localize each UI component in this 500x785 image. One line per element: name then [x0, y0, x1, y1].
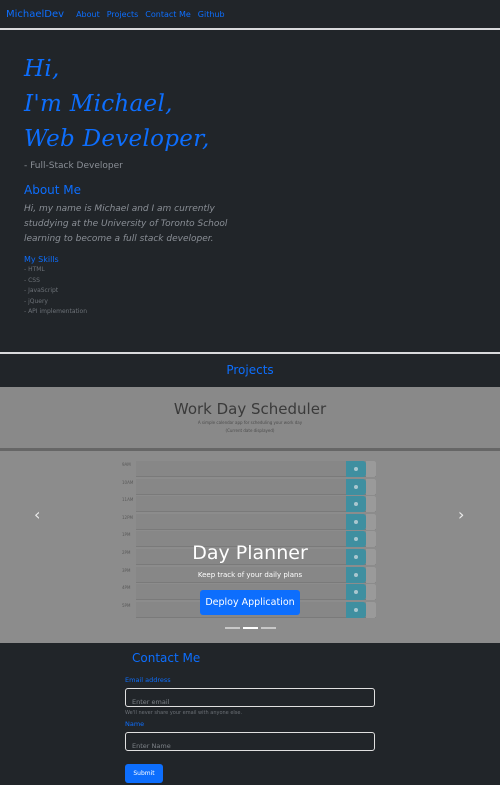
- navbar: MichaelDev About Projects Contact Me Git…: [0, 0, 500, 28]
- carousel-indicator[interactable]: [261, 627, 276, 629]
- hero-greeting: Hi,: [24, 56, 60, 82]
- planner-row-edge: [366, 513, 376, 530]
- section-divider: [0, 352, 500, 354]
- hero-role: Web Developer,: [24, 126, 210, 152]
- planner-save-icon: [346, 478, 366, 495]
- deploy-application-button[interactable]: Deploy Application: [200, 590, 300, 615]
- save-dot-icon: [354, 537, 358, 542]
- save-dot-icon: [354, 484, 358, 489]
- project-screenshot-subtitle: A simple calendar app for scheduling you…: [197, 420, 303, 425]
- planner-row: [136, 478, 376, 495]
- skill-item: - CSS: [24, 276, 40, 284]
- carousel-next-icon[interactable]: ›: [458, 505, 464, 524]
- about-paragraph: Hi, my name is Michael and I am currentl…: [24, 204, 228, 244]
- projects-heading: Projects: [226, 363, 274, 377]
- nav-link-about[interactable]: About: [76, 10, 100, 19]
- email-field[interactable]: [126, 693, 374, 711]
- name-field[interactable]: [126, 737, 374, 755]
- nav-link-projects[interactable]: Projects: [107, 10, 139, 19]
- email-label: Email address: [125, 676, 171, 684]
- save-dot-icon: [354, 502, 358, 507]
- planner-hour-label: 5PM: [122, 602, 131, 608]
- skills-list: - HTML - CSS - JavaScript - jQuery - API…: [24, 265, 324, 318]
- name-field-wrapper: [125, 732, 375, 755]
- nav-link-github[interactable]: Github: [198, 10, 225, 19]
- contact-heading: Contact Me: [132, 651, 201, 665]
- planner-save-icon: [346, 513, 366, 530]
- submit-button[interactable]: Submit: [125, 764, 163, 783]
- planner-hour-label: 1PM: [122, 532, 131, 538]
- save-dot-icon: [354, 519, 358, 524]
- hero-section: Hi, I'm Michael, Web Developer, - Full-S…: [24, 52, 324, 318]
- project-screenshot-title: Work Day Scheduler: [173, 400, 327, 418]
- planner-hour-label: 4PM: [122, 585, 131, 591]
- carousel-indicator[interactable]: [225, 627, 240, 629]
- hero-name: I'm Michael,: [24, 91, 173, 117]
- planner-row: [136, 496, 376, 513]
- planner-hour-label: 9AM: [122, 462, 131, 467]
- planner-row: [136, 461, 376, 477]
- planner-row-edge: [366, 461, 376, 477]
- planner-row-edge: [366, 478, 376, 495]
- skill-item: - jQuery: [24, 297, 48, 305]
- hero-subtitle: - Full-Stack Developer: [24, 161, 123, 171]
- planner-row-edge: [366, 601, 376, 618]
- email-help-text: We'll never share your email with anyone…: [125, 710, 243, 716]
- skill-item: - HTML: [24, 266, 45, 273]
- planner-row-edge: [366, 496, 376, 513]
- save-dot-icon: [354, 467, 358, 471]
- save-dot-icon: [354, 607, 358, 612]
- planner-save-icon: [346, 461, 366, 477]
- slide-caption-text: Keep track of your daily plans: [197, 571, 303, 579]
- projects-carousel: Work Day Scheduler A simple calendar app…: [0, 387, 500, 643]
- name-label: Name: [125, 720, 145, 728]
- skill-item: - API implementation: [24, 308, 88, 315]
- about-heading: About Me: [24, 183, 82, 197]
- planner-save-icon: [346, 584, 366, 601]
- planner-hour-label: 12PM: [122, 514, 133, 520]
- carousel-indicator-active[interactable]: [243, 627, 258, 629]
- planner-row-edge: [366, 584, 376, 601]
- planner-save-icon: [346, 496, 366, 513]
- project-screenshot-date: (Current date displayed): [225, 428, 275, 433]
- carousel-prev-icon[interactable]: ‹: [34, 505, 40, 524]
- skill-item: - JavaScript: [24, 287, 59, 294]
- planner-hour-label: 10AM: [122, 479, 134, 485]
- planner-hour-label: 11AM: [122, 497, 134, 503]
- planner-row: [136, 513, 376, 530]
- save-dot-icon: [354, 590, 358, 595]
- skills-heading: My Skills: [24, 255, 59, 264]
- nav-divider: [0, 28, 500, 30]
- email-field-wrapper: [125, 688, 375, 711]
- nav-link-contact[interactable]: Contact Me: [145, 10, 191, 19]
- brand-link[interactable]: MichaelDev: [6, 9, 64, 20]
- project-screenshot-header: Work Day Scheduler A simple calendar app…: [0, 387, 500, 451]
- planner-save-icon: [346, 601, 366, 618]
- slide-caption-title: Day Planner: [192, 542, 308, 564]
